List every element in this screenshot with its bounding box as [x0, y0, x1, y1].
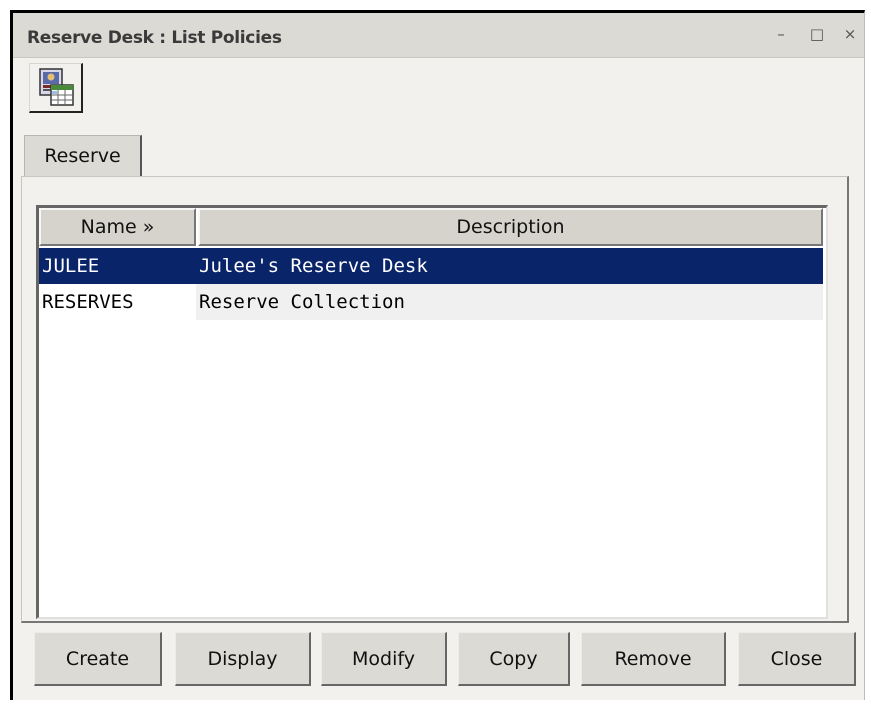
policy-table-button[interactable]	[29, 63, 83, 113]
close-button[interactable]: Close	[738, 632, 856, 686]
display-button[interactable]: Display	[175, 632, 311, 686]
tab-reserve[interactable]: Reserve	[24, 135, 142, 177]
row-name-cell: JULEE	[42, 255, 100, 277]
maximize-icon[interactable]: □	[808, 25, 826, 43]
modify-button[interactable]: Modify	[321, 632, 447, 686]
remove-button[interactable]: Remove	[581, 632, 726, 686]
create-button[interactable]: Create	[34, 632, 162, 686]
table-row[interactable]: RESERVES Reserve Collection	[39, 284, 823, 320]
title-bar[interactable]: Reserve Desk : List Policies – □ ×	[13, 13, 864, 58]
close-icon[interactable]: ×	[841, 25, 859, 43]
row-description-cell: Julee's Reserve Desk	[199, 255, 428, 277]
column-header-description[interactable]: Description	[198, 208, 823, 246]
policy-table-icon	[39, 68, 74, 106]
row-name-cell: RESERVES	[39, 284, 196, 320]
policies-table: Name » Description JULEE Julee's Reserve…	[36, 205, 828, 619]
table-row[interactable]: JULEE Julee's Reserve Desk	[39, 248, 823, 284]
minimize-icon[interactable]: –	[772, 25, 790, 43]
column-header-name[interactable]: Name »	[39, 208, 196, 246]
row-description-cell: Reserve Collection	[199, 291, 405, 313]
copy-button[interactable]: Copy	[458, 632, 570, 686]
window-title: Reserve Desk : List Policies	[27, 28, 282, 48]
